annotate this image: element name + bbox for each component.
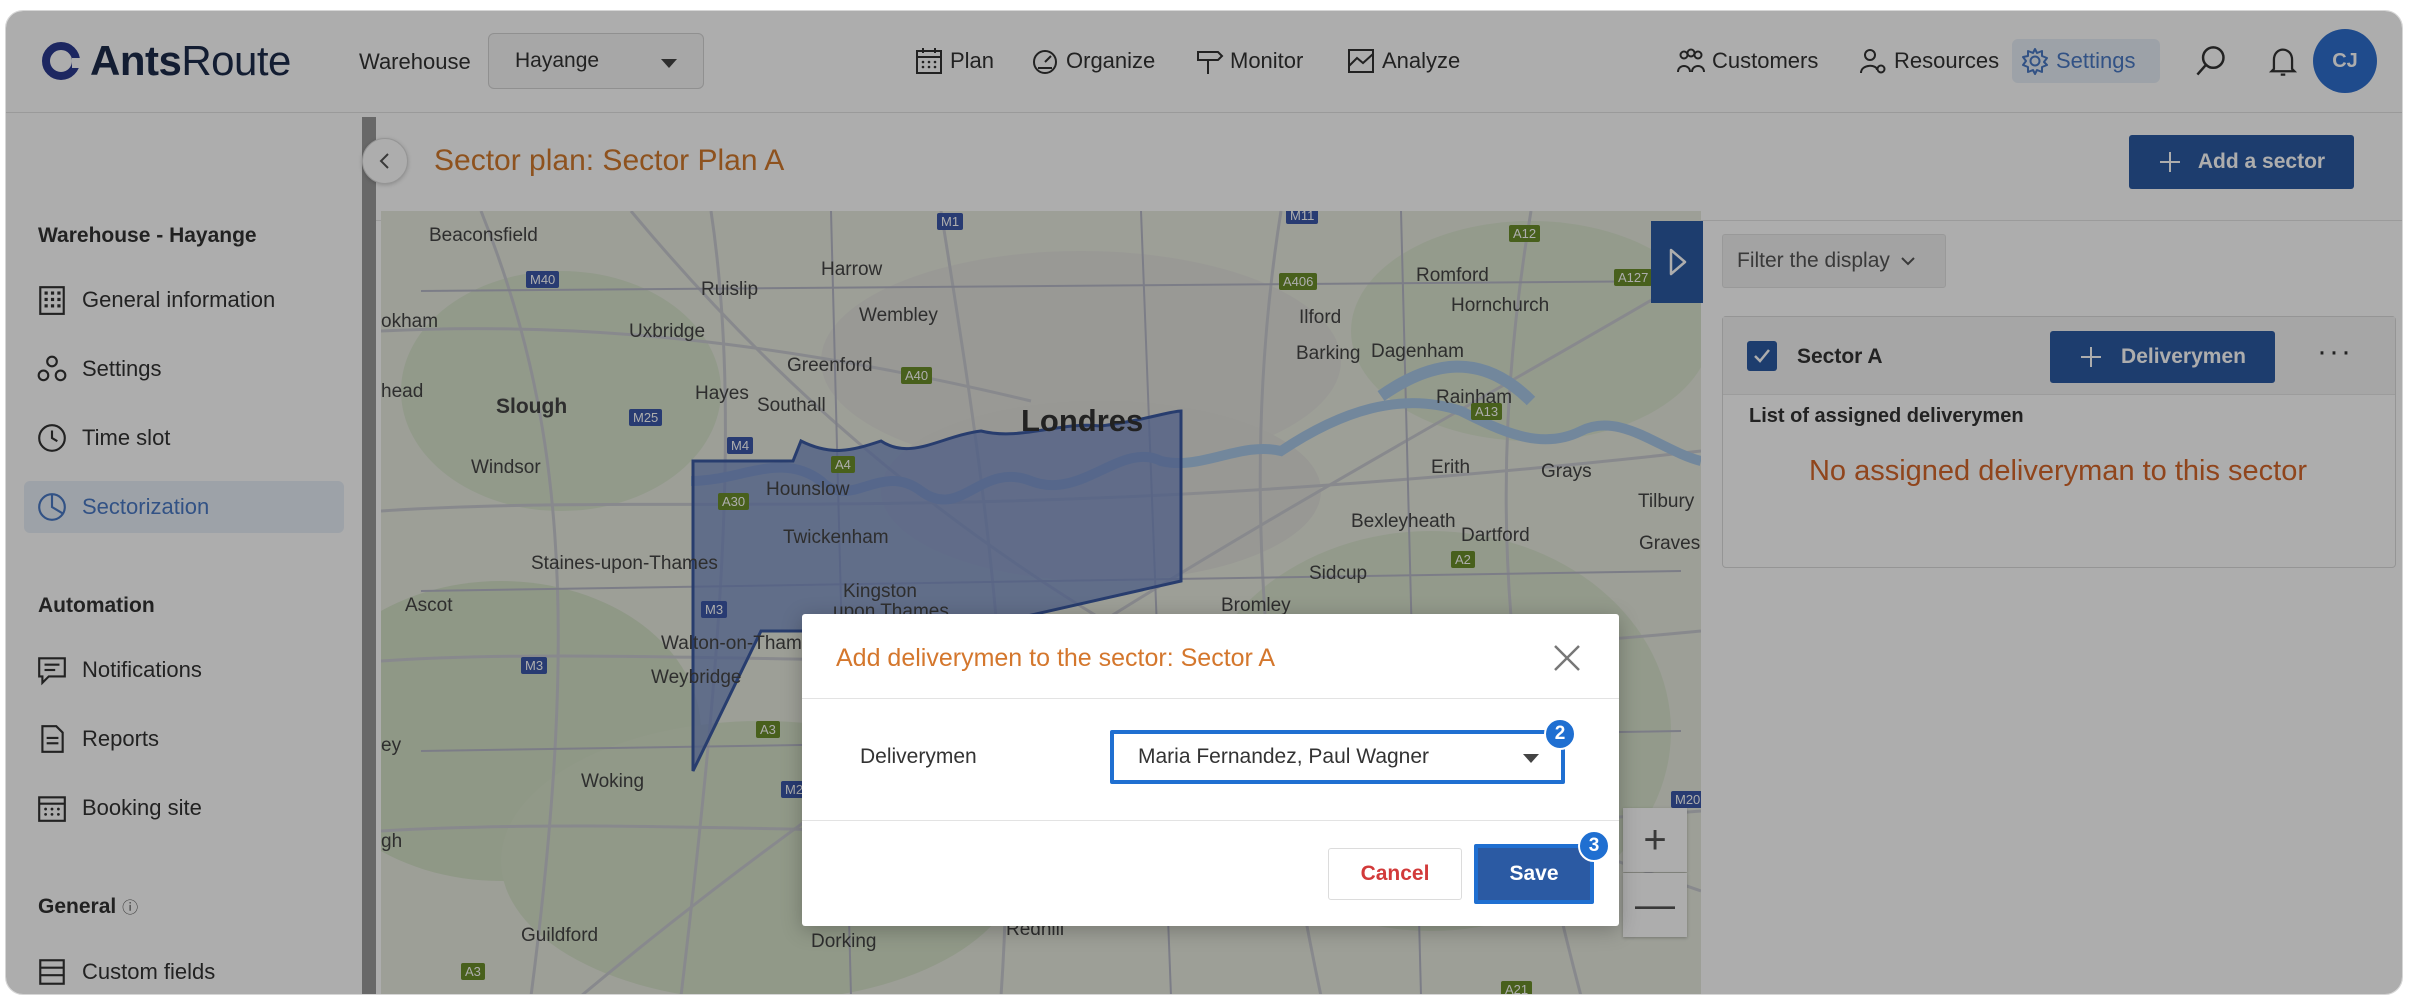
dialog-divider <box>802 820 1619 821</box>
deliverymen-select[interactable]: Maria Fernandez, Paul Wagner <box>1110 730 1565 784</box>
step-badge: 3 <box>1578 830 1610 862</box>
add-deliverymen-dialog: Add deliverymen to the sector: Sector A … <box>802 614 1619 926</box>
deliverymen-field-label: Deliverymen <box>860 745 977 768</box>
caret-down-icon <box>1523 754 1539 763</box>
dialog-divider <box>802 698 1619 699</box>
dialog-title: Add deliverymen to the sector: Sector A <box>836 644 1276 672</box>
save-button[interactable]: Save <box>1474 844 1594 904</box>
close-icon[interactable] <box>1551 642 1583 674</box>
app-window: AntsRoute Warehouse Hayange Plan Organiz… <box>5 10 2403 995</box>
cancel-button[interactable]: Cancel <box>1328 848 1462 900</box>
deliverymen-select-value: Maria Fernandez, Paul Wagner <box>1138 745 1430 768</box>
step-badge: 2 <box>1544 718 1576 750</box>
